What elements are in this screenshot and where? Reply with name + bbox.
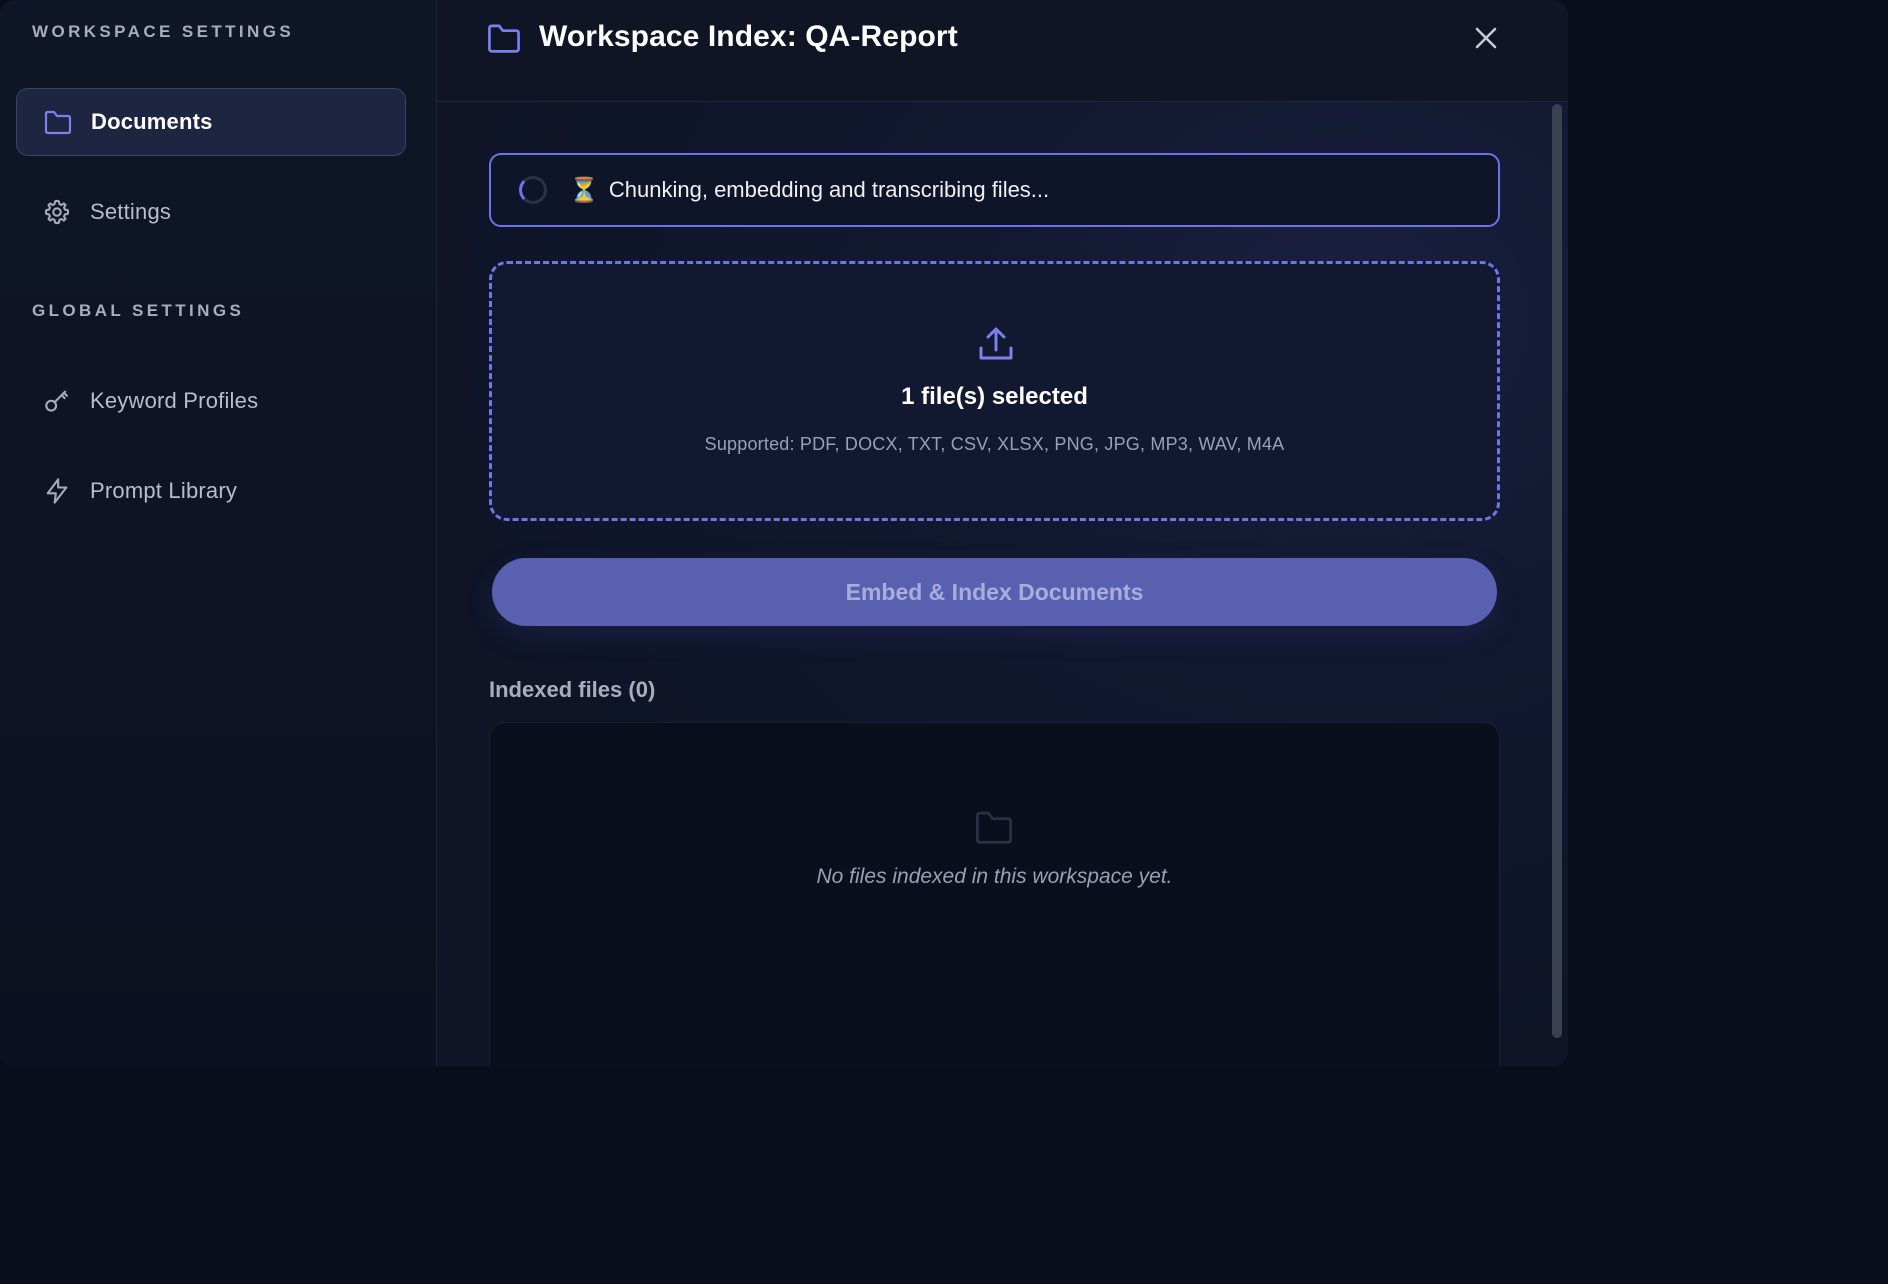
- sidebar-item-label: Prompt Library: [90, 478, 238, 503]
- folder-icon: [487, 22, 521, 56]
- upload-icon: [976, 324, 1016, 364]
- selected-files-text: 1 file(s) selected: [901, 383, 1088, 410]
- folder-icon: [43, 107, 73, 137]
- sidebar-item-label: Keyword Profiles: [90, 388, 259, 413]
- sidebar-item-prompt-library[interactable]: Prompt Library: [16, 457, 406, 525]
- empty-folder-icon: [974, 809, 1014, 845]
- status-banner: ⏳ Chunking, embedding and transcribing f…: [489, 153, 1500, 227]
- sidebar-item-label: Documents: [91, 109, 213, 134]
- lightning-icon: [42, 476, 72, 506]
- spinner-icon: [519, 176, 547, 204]
- supported-formats-text: Supported: PDF, DOCX, TXT, CSV, XLSX, PN…: [704, 434, 1285, 454]
- hourglass-icon: ⏳: [569, 176, 599, 204]
- sidebar-item-documents[interactable]: Documents: [16, 88, 406, 156]
- sidebar: WORKSPACE SETTINGS Documents Settings GL…: [0, 0, 437, 1066]
- page-title: Workspace Index: QA-Report: [539, 20, 958, 53]
- status-text: Chunking, embedding and transcribing fil…: [608, 177, 1050, 202]
- sidebar-item-keyword-profiles[interactable]: Keyword Profiles: [16, 367, 406, 435]
- close-icon: [1474, 26, 1498, 55]
- indexed-files-heading: Indexed files (0): [489, 677, 656, 702]
- sidebar-item-label: Settings: [90, 199, 172, 224]
- main-panel: Workspace Index: QA-Report ⏳ Chunking, e…: [437, 0, 1568, 1066]
- global-settings-heading: GLOBAL SETTINGS: [32, 301, 245, 320]
- empty-state-text: No files indexed in this workspace yet.: [816, 865, 1173, 888]
- gear-icon: [42, 197, 72, 227]
- close-button[interactable]: [1470, 24, 1502, 56]
- key-icon: [42, 386, 72, 416]
- file-dropzone[interactable]: 1 file(s) selected Supported: PDF, DOCX,…: [489, 261, 1500, 521]
- indexed-files-list: No files indexed in this workspace yet.: [489, 722, 1500, 1066]
- app-window: WORKSPACE SETTINGS Documents Settings GL…: [0, 0, 1568, 1066]
- sidebar-item-settings[interactable]: Settings: [16, 178, 406, 246]
- workspace-settings-heading: WORKSPACE SETTINGS: [32, 22, 295, 41]
- embed-index-button[interactable]: Embed & Index Documents: [492, 558, 1497, 626]
- panel-header: Workspace Index: QA-Report: [437, 0, 1568, 102]
- scrollbar[interactable]: [1552, 104, 1562, 1038]
